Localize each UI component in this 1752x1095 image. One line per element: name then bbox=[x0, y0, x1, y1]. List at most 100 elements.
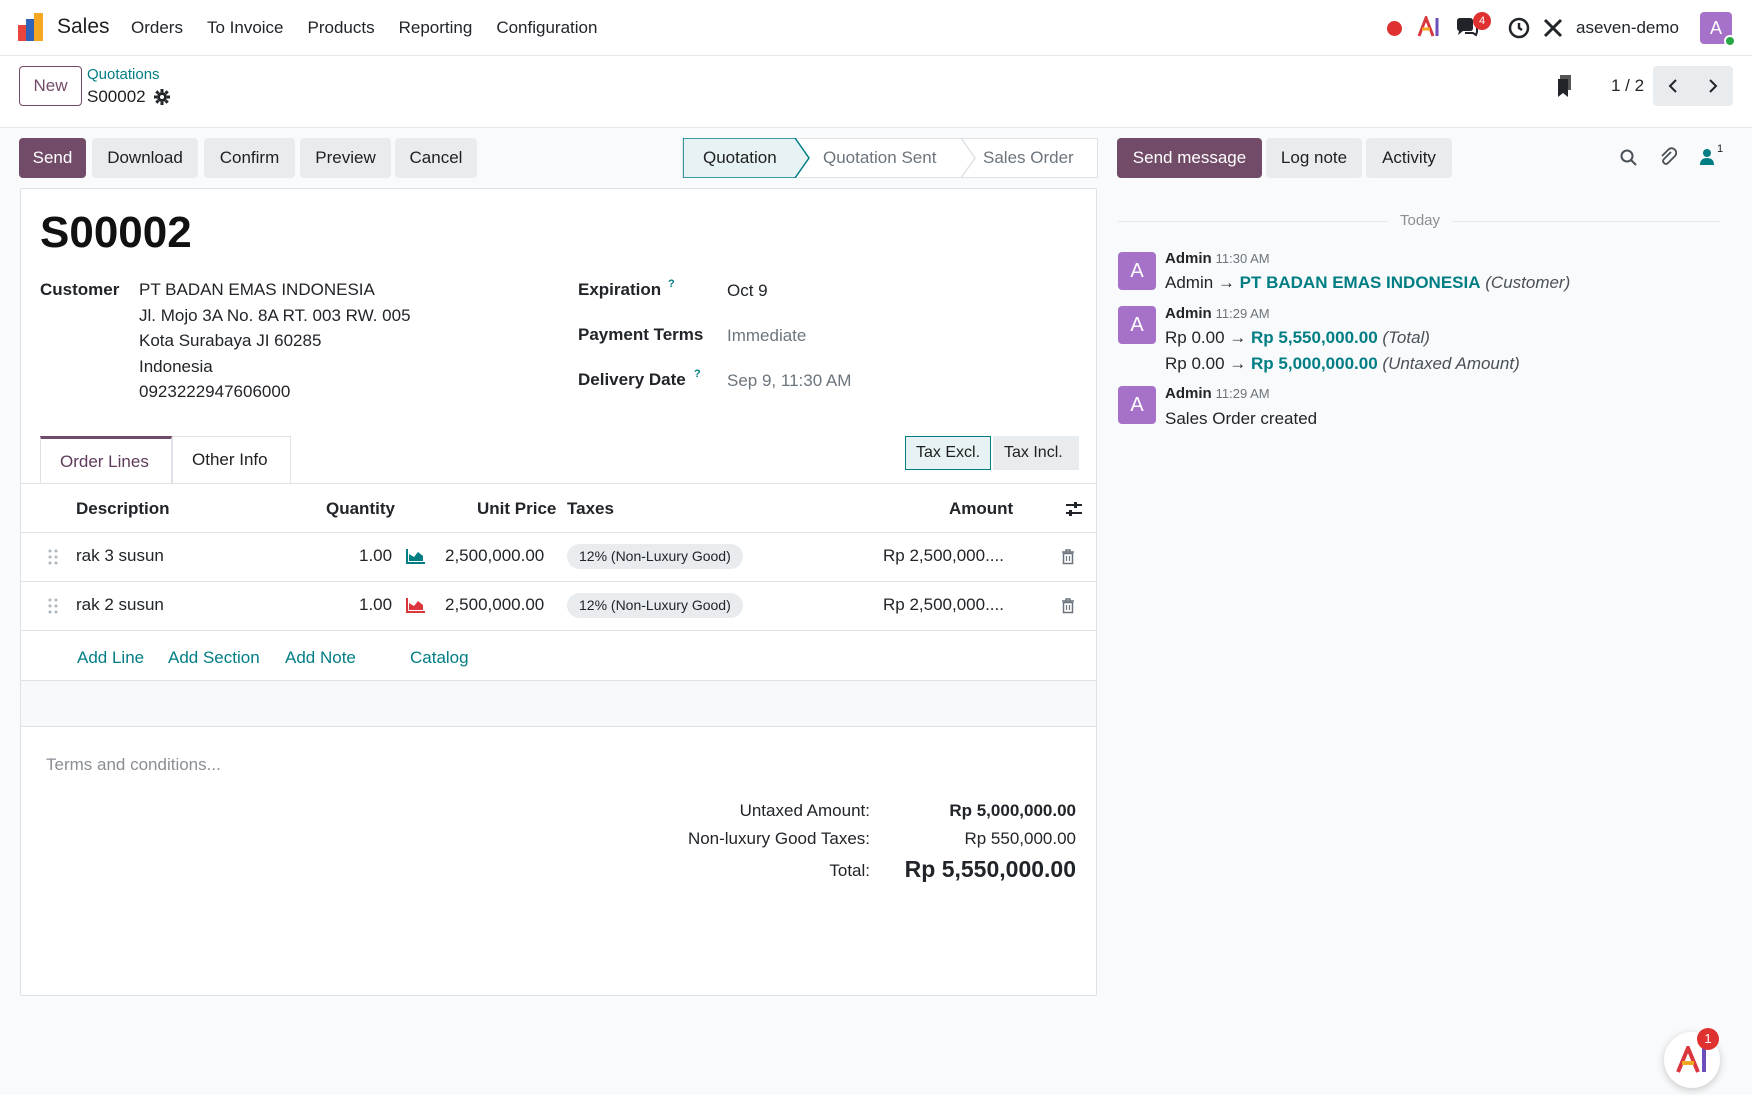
bookmark-icon[interactable] bbox=[1557, 75, 1575, 99]
activity-button[interactable]: Activity bbox=[1366, 138, 1452, 178]
line-description[interactable]: rak 2 susun bbox=[76, 595, 164, 615]
header-unit-price[interactable]: Unit Price bbox=[477, 499, 556, 519]
menu-item-configuration[interactable]: Configuration bbox=[496, 18, 597, 38]
menu-item-reporting[interactable]: Reporting bbox=[399, 18, 473, 38]
catalog-link[interactable]: Catalog bbox=[410, 648, 469, 668]
message-author-name[interactable]: Admin bbox=[1165, 385, 1212, 402]
control-panel: New Quotations S00002 1 / 2 bbox=[0, 56, 1752, 128]
add-note-link[interactable]: Add Note bbox=[285, 648, 356, 668]
status-quotation-sent[interactable]: Quotation Sent bbox=[823, 139, 936, 177]
message-avatar[interactable]: A bbox=[1118, 306, 1156, 344]
delivery-date-help-icon[interactable]: ? bbox=[694, 368, 701, 380]
expiration-help-icon[interactable]: ? bbox=[668, 278, 675, 290]
customer-field[interactable]: PT BADAN EMAS INDONESIA Jl. Mojo 3A No. … bbox=[139, 277, 411, 405]
download-button[interactable]: Download bbox=[92, 138, 198, 178]
payment-terms-field[interactable]: Immediate bbox=[727, 323, 806, 349]
untaxed-amount-value: Rp 5,000,000.00 bbox=[949, 801, 1076, 820]
message-avatar[interactable]: A bbox=[1118, 386, 1156, 424]
record-icon[interactable] bbox=[1387, 21, 1402, 36]
tracking-line: Admin → PT BADAN EMAS INDONESIA (Custome… bbox=[1165, 273, 1570, 293]
tab-order-lines[interactable]: Order Lines bbox=[40, 436, 172, 484]
line-amount: Rp 2,500,000.... bbox=[883, 595, 1004, 614]
tracking-new-value: PT BADAN EMAS INDONESIA bbox=[1239, 273, 1481, 292]
ai-icon bbox=[1676, 1046, 1706, 1073]
delivery-date-field[interactable]: Sep 9, 11:30 AM bbox=[727, 368, 851, 394]
cancel-button[interactable]: Cancel bbox=[395, 138, 477, 178]
gear-icon[interactable] bbox=[153, 89, 170, 105]
trash-icon[interactable] bbox=[1061, 549, 1075, 565]
table-row[interactable]: rak 2 susun 1.00 2,500,000.00 12% (Non-L… bbox=[21, 582, 1096, 631]
line-unit-price[interactable]: 2,500,000.00 bbox=[445, 546, 544, 566]
table-header: Description Quantity Unit Price Taxes Am… bbox=[21, 483, 1096, 533]
status-sales-order[interactable]: Sales Order bbox=[983, 139, 1074, 177]
trash-icon[interactable] bbox=[1061, 598, 1075, 614]
tracking-new-value: Rp 5,000,000.00 bbox=[1251, 354, 1378, 373]
customer-name[interactable]: PT BADAN EMAS INDONESIA bbox=[139, 277, 411, 303]
sales-app-icon[interactable] bbox=[18, 13, 46, 41]
followers-icon[interactable] bbox=[1700, 148, 1714, 166]
log-note-button[interactable]: Log note bbox=[1266, 138, 1362, 178]
customer-street: Jl. Mojo 3A No. 8A RT. 003 RW. 005 bbox=[139, 305, 411, 325]
taxes-label: Non-luxury Good Taxes: bbox=[687, 829, 870, 848]
breadcrumb-current: S00002 bbox=[87, 87, 170, 107]
line-quantity[interactable]: 1.00 bbox=[359, 546, 392, 566]
drag-handle-icon[interactable] bbox=[48, 598, 58, 614]
menu-item-orders[interactable]: Orders bbox=[131, 18, 183, 38]
expiration-field[interactable]: Oct 9 bbox=[727, 278, 768, 304]
line-description[interactable]: rak 3 susun bbox=[76, 546, 164, 566]
message-author[interactable]: Admin 11:29 AM bbox=[1165, 385, 1270, 402]
pager-previous-button[interactable] bbox=[1653, 66, 1693, 106]
tax-incl-button[interactable]: Tax Incl. bbox=[993, 436, 1079, 470]
breadcrumb-quotations[interactable]: Quotations bbox=[87, 66, 160, 83]
record-title: S00002 bbox=[40, 208, 192, 257]
pager-next-button[interactable] bbox=[1693, 66, 1733, 106]
paperclip-icon[interactable] bbox=[1659, 147, 1677, 167]
optional-columns-icon[interactable] bbox=[1065, 500, 1083, 518]
forecast-chart-icon[interactable] bbox=[406, 548, 426, 564]
user-name[interactable]: aseven-demo bbox=[1576, 18, 1679, 38]
expiration-label: Expiration bbox=[578, 280, 662, 299]
message-author-name[interactable]: Admin bbox=[1165, 250, 1212, 267]
followers-count: 1 bbox=[1717, 143, 1724, 155]
message-avatar[interactable]: A bbox=[1118, 252, 1156, 290]
search-icon[interactable] bbox=[1620, 149, 1638, 167]
menu-item-to-invoice[interactable]: To Invoice bbox=[207, 18, 284, 38]
message-time: 11:29 AM bbox=[1215, 386, 1270, 401]
terms-and-conditions-field[interactable]: Terms and conditions... bbox=[46, 755, 221, 775]
send-message-button[interactable]: Send message bbox=[1117, 138, 1262, 178]
status-quotation[interactable]: Quotation bbox=[703, 139, 777, 177]
send-button[interactable]: Send bbox=[19, 138, 86, 178]
chatter-panel: Send message Log note Activity 1 Today A… bbox=[1098, 128, 1752, 1095]
pager-value[interactable]: 1 / 2 bbox=[1611, 76, 1644, 96]
drag-handle-icon[interactable] bbox=[48, 549, 58, 565]
header-taxes[interactable]: Taxes bbox=[567, 499, 614, 519]
tax-excl-button[interactable]: Tax Excl. bbox=[905, 436, 991, 470]
message-author[interactable]: Admin 11:30 AM bbox=[1165, 250, 1270, 267]
message-author-name[interactable]: Admin bbox=[1165, 305, 1212, 322]
ai-icon[interactable] bbox=[1417, 16, 1441, 38]
header-amount[interactable]: Amount bbox=[949, 499, 1013, 519]
app-name[interactable]: Sales bbox=[57, 15, 110, 39]
tab-other-info[interactable]: Other Info bbox=[172, 436, 291, 484]
menu-item-products[interactable]: Products bbox=[308, 18, 375, 38]
line-quantity[interactable]: 1.00 bbox=[359, 595, 392, 615]
add-section-link[interactable]: Add Section bbox=[168, 648, 260, 668]
tracking-field: (Untaxed Amount) bbox=[1382, 354, 1520, 373]
line-tax-tag[interactable]: 12% (Non-Luxury Good) bbox=[567, 593, 743, 618]
table-row[interactable]: rak 3 susun 1.00 2,500,000.00 12% (Non-L… bbox=[21, 533, 1096, 582]
line-unit-price[interactable]: 2,500,000.00 bbox=[445, 595, 544, 615]
tools-icon[interactable] bbox=[1542, 17, 1564, 39]
clock-icon[interactable] bbox=[1508, 17, 1530, 39]
tracking-field: (Customer) bbox=[1485, 273, 1571, 292]
add-line-link[interactable]: Add Line bbox=[77, 648, 144, 668]
breadcrumb-current-label: S00002 bbox=[87, 87, 146, 106]
user-avatar[interactable]: A bbox=[1700, 12, 1736, 47]
message-author[interactable]: Admin 11:29 AM bbox=[1165, 305, 1270, 322]
forecast-chart-icon[interactable] bbox=[406, 597, 426, 613]
header-description[interactable]: Description bbox=[76, 499, 170, 519]
preview-button[interactable]: Preview bbox=[300, 138, 391, 178]
new-button[interactable]: New bbox=[19, 66, 82, 106]
confirm-button[interactable]: Confirm bbox=[204, 138, 295, 178]
line-tax-tag[interactable]: 12% (Non-Luxury Good) bbox=[567, 544, 743, 569]
header-quantity[interactable]: Quantity bbox=[326, 499, 395, 519]
